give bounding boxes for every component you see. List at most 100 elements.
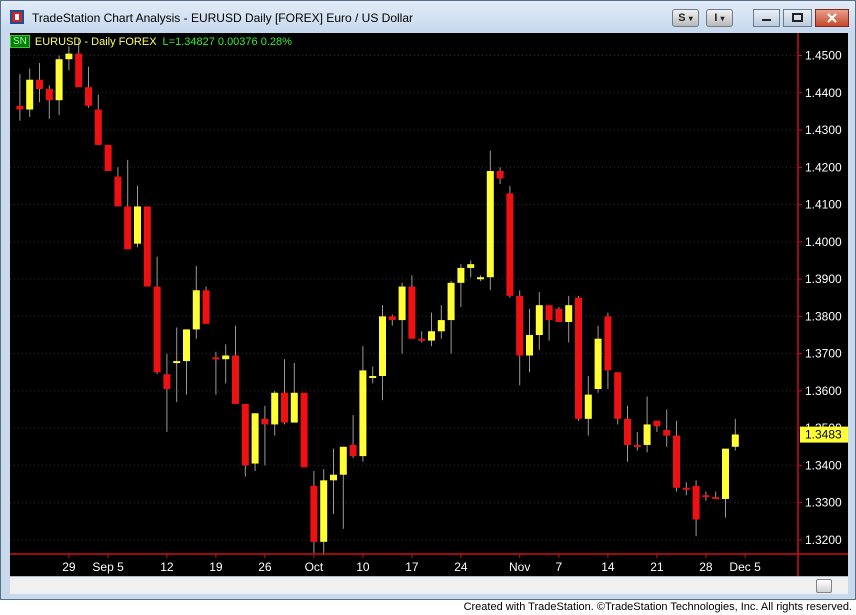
candle-up [134,206,141,244]
candle-up [339,446,347,475]
tradestation-app-icon [10,10,24,24]
last-price-label: 1.3483 [805,428,842,442]
candle-up [271,392,279,425]
price-axis[interactable]: 1.4500 1.4400 1.4300 1.4200 1.4100 1.4000 1.39… [798,48,842,547]
candle-up [330,474,337,481]
last-price-marker: 1.3483 [800,426,848,443]
minimize-icon [762,19,771,21]
sn-badge[interactable]: SN [10,35,30,48]
candle-down [124,206,132,250]
date-tick-label: 14 [601,560,615,574]
candle-down [388,316,396,321]
maximize-icon [792,13,803,22]
date-tick-label: 21 [650,560,664,574]
candle-down [408,286,416,339]
close-icon [827,13,837,23]
price-tick-label: 1.3200 [805,533,842,547]
date-tick-label: Nov [509,560,530,574]
candle-down [506,193,514,296]
candle-down [692,485,700,520]
candle-up [643,424,651,445]
title-bar[interactable]: TradeStation Chart Analysis - EURUSD Dai… [1,1,855,33]
candle-down [575,297,582,419]
styles-dropdown-button[interactable]: S ▾ [672,9,699,27]
candle-down [545,305,553,321]
candle-down [418,338,426,341]
date-axis[interactable]: 29 Sep 5 12 19 26 Oct 10 17 24 Nov 7 14 21 28 Dec 5 [62,554,761,574]
candle-down [604,316,612,371]
candle-down [300,392,308,468]
chevron-down-icon: ▾ [688,14,693,23]
price-tick-label: 1.3900 [805,272,842,286]
price-tick-label: 1.4400 [805,86,842,100]
candle-down [516,295,524,356]
candle-down [114,176,122,207]
candle-down [241,403,249,466]
candle-up [379,316,386,376]
candle-down [45,89,53,101]
candle-down [310,485,318,542]
price-chart[interactable]: 1.4500 1.4400 1.4300 1.4200 1.4100 1.4000 1.39… [10,33,848,576]
symbol-stats: L=1.34827 0.00376 0.28% [162,36,292,48]
candle-down [712,497,720,500]
minimize-button[interactable] [753,9,780,27]
candle-up [26,79,34,110]
candle-down [212,357,220,360]
scrollbar-thumb[interactable] [816,579,832,593]
candle-down [673,435,680,488]
candle-up [192,290,200,330]
candle-down [202,290,210,324]
candle-up [369,375,377,378]
candle-down [653,420,661,427]
maximize-button[interactable] [783,9,812,27]
horizontal-scrollbar[interactable] [10,576,848,594]
candle-up [565,305,573,322]
insert-dropdown-button[interactable]: I ▾ [706,9,733,27]
candle-up [183,329,190,362]
candle-down [281,392,288,423]
candle-up [398,286,406,321]
candle-down [682,487,690,490]
close-button[interactable] [815,9,849,27]
candle-down [633,444,641,447]
candle-down [261,418,269,425]
candle-down [555,308,563,322]
chart-area[interactable]: 1.4500 1.4400 1.4300 1.4200 1.4100 1.4000 1.39… [10,33,848,591]
chevron-down-icon: ▾ [720,14,725,23]
candle-up [251,413,259,464]
candle-up [173,361,181,364]
price-tick-label: 1.4000 [805,235,842,249]
candle-up [467,264,475,268]
candle-down [702,495,710,498]
price-tick-label: 1.3700 [805,347,842,361]
candle-down [85,87,92,106]
price-tick-label: 1.3300 [805,496,842,510]
candle-up [594,338,602,390]
symbol-info-bar: SN EURUSD - Daily FOREX L=1.34827 0.00376 … [10,35,292,49]
candle-up [584,394,592,419]
candles [16,53,739,542]
window-title: TradeStation Chart Analysis - EURUSD Dai… [32,11,414,25]
candle-up [722,448,729,499]
chart-window: TradeStation Chart Analysis - EURUSD Dai… [0,0,856,600]
date-tick-label: 7 [556,560,563,574]
candle-down [614,372,622,419]
date-tick-label: Dec 5 [729,560,761,574]
date-tick-label: 10 [356,560,370,574]
candle-up [535,305,543,335]
price-tick-label: 1.3800 [805,309,842,323]
candle-up [477,277,484,280]
candle-down [349,444,357,457]
date-tick-label: Oct [305,560,324,574]
candle-down [624,418,631,445]
candle-down [16,105,24,110]
candle-up [437,320,445,332]
date-tick-label: 26 [258,560,272,574]
copyright-notice: Created with TradeStation. ©TradeStation… [463,601,852,613]
candle-up [731,434,739,447]
candle-up [290,392,298,423]
price-tick-label: 1.4200 [805,160,842,174]
candle-wicks [19,38,736,555]
price-tick-label: 1.3600 [805,384,842,398]
footer: Created with TradeStation. ©TradeStation… [0,600,856,615]
